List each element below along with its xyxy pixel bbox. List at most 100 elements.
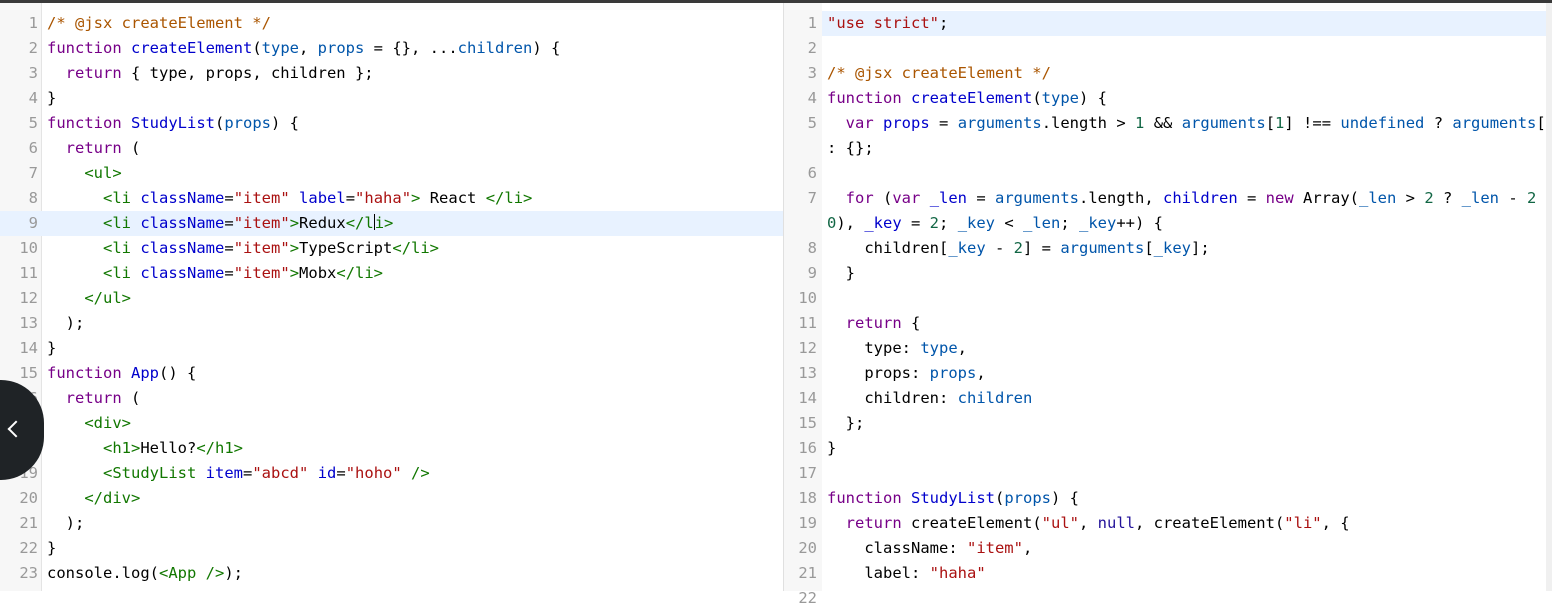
code-line[interactable]: 5 function StudyList(props) {	[0, 111, 783, 136]
line-number: 9	[807, 264, 817, 282]
line-number	[783, 136, 817, 161]
compiled-code-line[interactable]: /* @jsx createElement */	[822, 61, 1552, 86]
compiled-code-line[interactable]	[822, 36, 1552, 61]
compiled-code-line[interactable]: "use strict";	[822, 11, 1552, 36]
line-number: 15	[798, 414, 817, 432]
code-line[interactable]: 23 console.log(<App />);	[0, 561, 783, 586]
code-line[interactable]: 3 return { type, props, children };	[0, 61, 783, 86]
line-number: 7	[807, 189, 817, 207]
line-number: 13	[19, 314, 38, 332]
jsx-source-editor[interactable]: 1 /* @jsx createElement */ 2 function creat…	[0, 3, 783, 591]
code-line[interactable]: 10 <li className="item">TypeScript</li>	[0, 236, 783, 261]
code-text: }	[47, 89, 57, 107]
line-number: 1	[807, 14, 817, 32]
compiled-code-line[interactable]	[822, 461, 1552, 486]
line-number: 14	[19, 339, 38, 357]
compiled-code-line[interactable]: props: props,	[822, 361, 1552, 386]
compiled-code-line[interactable]	[822, 161, 1552, 186]
code-text: }	[827, 439, 837, 457]
compiled-code-line[interactable]: label: "haha"	[822, 561, 1552, 586]
code-text: </ul>	[84, 289, 131, 307]
code-text: function StudyList(props) {	[827, 489, 1080, 507]
code-line[interactable]: 16 return (	[0, 386, 783, 411]
compiled-code-line[interactable]: }	[822, 261, 1552, 286]
code-text: <div>	[84, 414, 131, 432]
code-line[interactable]: 1 /* @jsx createElement */	[0, 11, 783, 36]
line-number: 20	[798, 539, 817, 557]
compiled-code-line[interactable]: children[_key - 2] = arguments[_key];	[822, 236, 1552, 261]
compiled-code-line[interactable]: return createElement("ul", null, createE…	[822, 511, 1552, 536]
line-number: 9	[28, 214, 38, 232]
code-line[interactable]: 11 <li className="item">Mobx</li>	[0, 261, 783, 286]
code-line[interactable]: 9 <li className="item">Redux</li>	[0, 211, 783, 236]
line-number: 11	[798, 314, 817, 332]
line-number: 10	[798, 289, 817, 307]
code-line[interactable]: 20 </div>	[0, 486, 783, 511]
line-number: 22	[798, 589, 817, 607]
line-number	[783, 211, 817, 236]
line-number: 12	[798, 339, 817, 357]
code-text: type: type,	[827, 339, 967, 357]
line-number: 20	[19, 489, 38, 507]
code-text: }	[47, 339, 57, 357]
line-number: 6	[28, 139, 38, 157]
code-text: <ul>	[84, 164, 122, 182]
line-number: 4	[28, 89, 38, 107]
code-text: label: "haha"	[827, 564, 986, 582]
line-number: 19	[798, 514, 817, 532]
code-text: );	[47, 314, 85, 332]
code-text: children[_key - 2] = arguments[_key];	[827, 239, 1210, 257]
compiled-code-line[interactable]: : {};	[822, 136, 1552, 161]
compiled-code-line[interactable]: }	[822, 436, 1552, 461]
code-line[interactable]: 4}	[0, 86, 783, 111]
compiled-code-line[interactable]: className: "item",	[822, 536, 1552, 561]
compiled-code-line[interactable]: function StudyList(props) {	[822, 486, 1552, 511]
code-line[interactable]: 19 <StudyList item="abcd" id="hoho" />	[0, 461, 783, 486]
code-text: "use strict";	[827, 14, 949, 32]
code-text: <li className="item" label="haha"> React…	[103, 189, 533, 207]
code-text: function App() {	[47, 364, 197, 382]
code-text: for (var _len = arguments.length, childr…	[845, 189, 1552, 207]
code-line[interactable]: 7 <ul>	[0, 161, 783, 186]
compiled-code-line[interactable]: children: children	[822, 386, 1552, 411]
compiled-output-editor[interactable]: "use strict"; /* @jsx createElement */ fun…	[822, 3, 1552, 591]
code-text: );	[47, 514, 85, 532]
line-number: 13	[798, 364, 817, 382]
compiled-code-line[interactable]: var props = arguments.length > 1 && argu…	[822, 111, 1552, 136]
line-number: 5	[28, 114, 38, 132]
line-number: 12	[19, 289, 38, 307]
code-line[interactable]: 12 </ul>	[0, 286, 783, 311]
line-number: 6	[807, 164, 817, 182]
line-number: 8	[807, 239, 817, 257]
compiled-code-line[interactable]: for (var _len = arguments.length, childr…	[822, 186, 1552, 211]
line-number: 3	[28, 64, 38, 82]
compiled-code-line[interactable]: type: type,	[822, 336, 1552, 361]
line-number: 10	[19, 239, 38, 257]
code-text: };	[827, 414, 865, 432]
code-line[interactable]: 21 );	[0, 511, 783, 536]
code-text: <li className="item">Redux</li>	[103, 214, 394, 232]
code-line[interactable]: 18 <h1>Hello?</h1>	[0, 436, 783, 461]
code-text: function StudyList(props) {	[47, 114, 300, 132]
line-number: 7	[28, 164, 38, 182]
code-line[interactable]: 14}	[0, 336, 783, 361]
code-text: return {	[845, 314, 921, 332]
code-line[interactable]: 2 function createElement(type, props = {}…	[0, 36, 783, 61]
compiled-code-line[interactable]	[822, 286, 1552, 311]
compiled-code-line[interactable]: return {	[822, 311, 1552, 336]
compiled-code-line[interactable]: 0), _key = 2; _key < _len; _key++) {	[822, 211, 1552, 236]
code-line[interactable]: 13 );	[0, 311, 783, 336]
compiled-code-line[interactable]: }, " React "), createElement("li", {	[822, 586, 1552, 591]
line-number: 3	[807, 64, 817, 82]
compiled-code-line[interactable]: };	[822, 411, 1552, 436]
compiled-code-line[interactable]: function createElement(type) {	[822, 86, 1552, 111]
code-line[interactable]: 22}	[0, 536, 783, 561]
code-text: return (	[65, 139, 141, 157]
code-text: return { type, props, children };	[65, 64, 374, 82]
code-line[interactable]: 15 function App() {	[0, 361, 783, 386]
line-number: 1	[28, 14, 38, 32]
code-line[interactable]: 6 return (	[0, 136, 783, 161]
vertical-scrollbar[interactable]	[1546, 3, 1552, 591]
code-line[interactable]: 17 <div>	[0, 411, 783, 436]
code-line[interactable]: 8 <li className="item" label="haha"> Rea…	[0, 186, 783, 211]
